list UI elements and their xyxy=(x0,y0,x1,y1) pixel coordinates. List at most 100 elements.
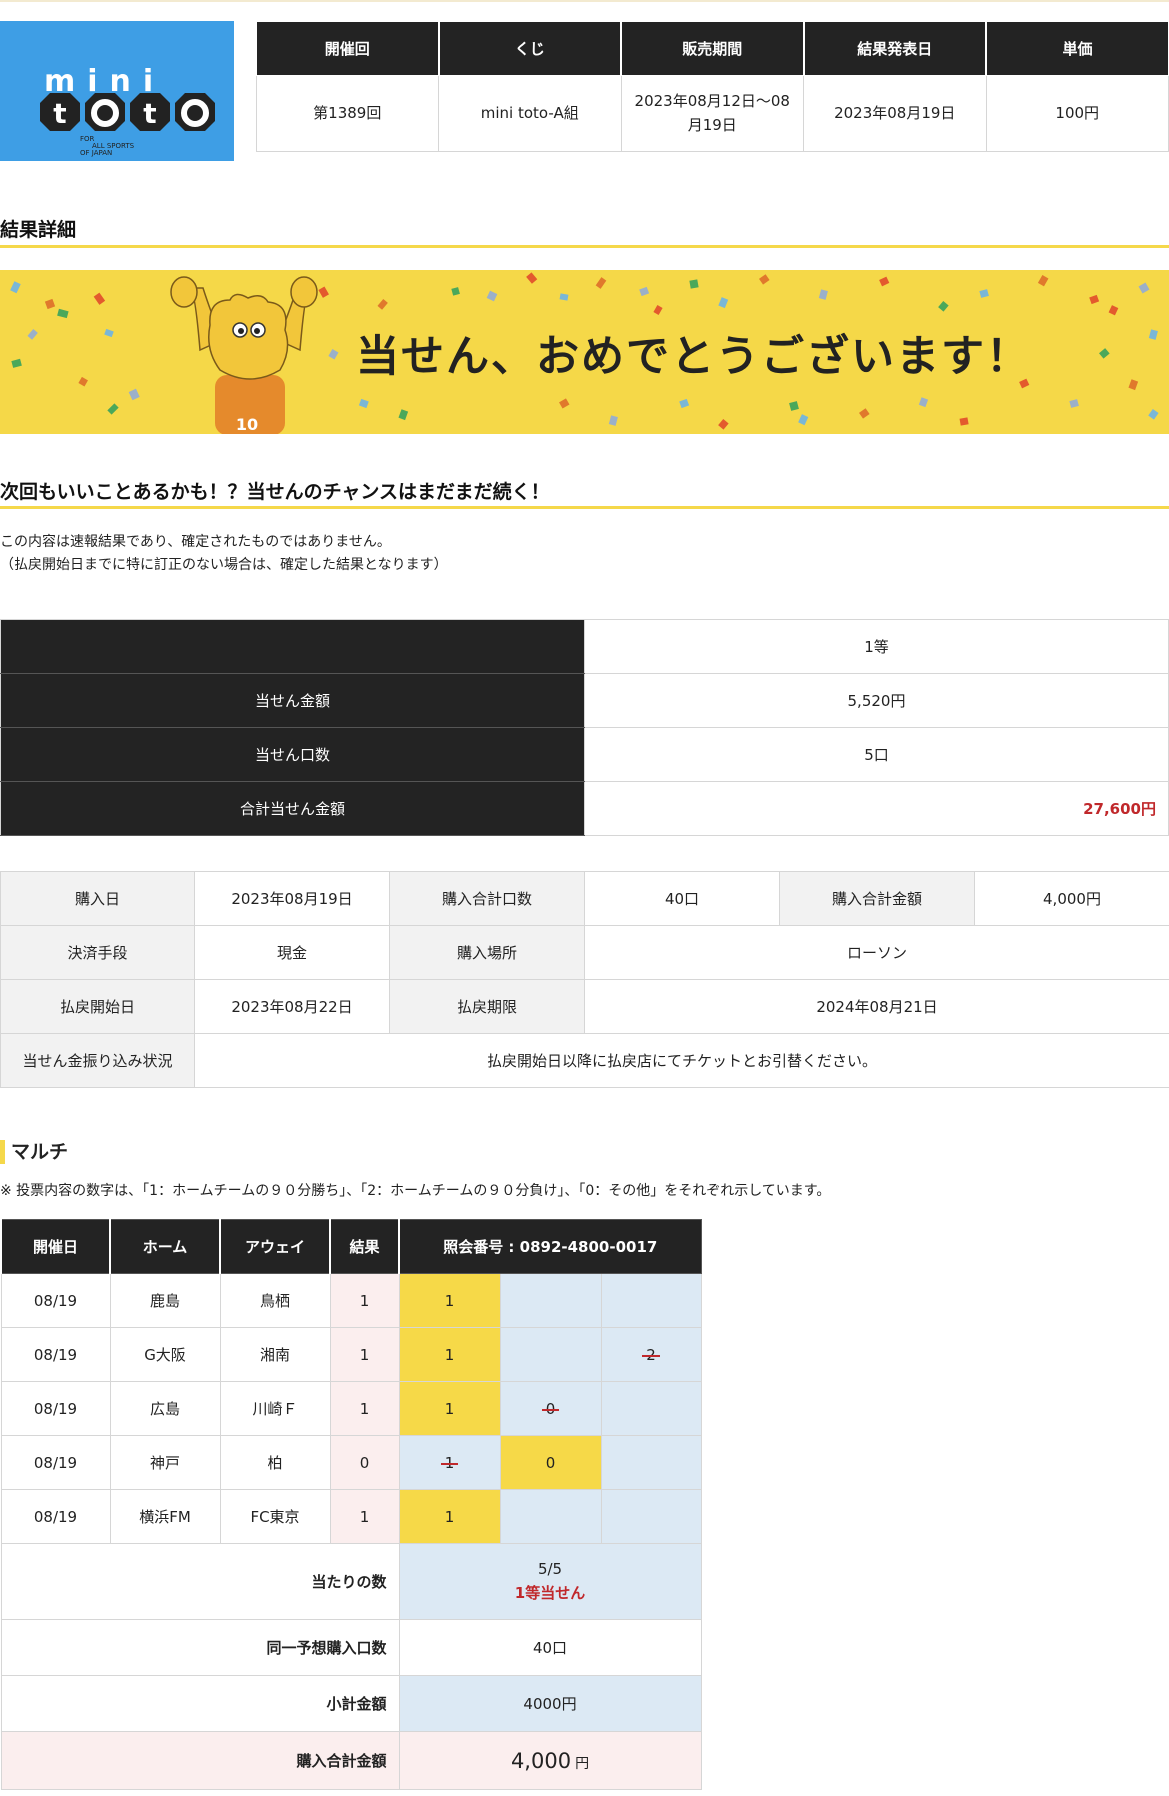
pick-cell-2 xyxy=(499,1327,602,1382)
pick-cell-3 xyxy=(600,1435,702,1490)
match-home: G大阪 xyxy=(109,1327,221,1382)
match-away: 鳥栖 xyxy=(219,1273,331,1328)
transfer-status-label: 当せん金振り込み状況 xyxy=(0,1033,195,1088)
refund-limit: 2024年08月21日 xyxy=(584,979,1169,1034)
info-header-round: 開催回 xyxy=(255,21,439,76)
info-header-unit-price: 単価 xyxy=(985,21,1169,76)
prize-table: 1等 当せん金額 5,520円 当せん口数 5口 合計当せん金額 27,600円 xyxy=(0,619,1169,836)
info-header-lottery: くじ xyxy=(437,21,622,76)
match-row: 08/19 横浜FM FC東京 1 1 xyxy=(0,1489,702,1544)
congrats-message: 当せん、おめでとうございます！ xyxy=(356,332,1031,382)
match-result: 0 xyxy=(329,1435,400,1490)
match-home: 広島 xyxy=(109,1381,221,1436)
match-home: 横浜FM xyxy=(109,1489,221,1544)
purchase-total-cell: 4,000 円 xyxy=(398,1731,702,1790)
match-result: 1 xyxy=(329,1381,400,1436)
vote-header-result: 結果 xyxy=(329,1219,400,1274)
chance-rule xyxy=(0,506,1169,509)
refund-start-label: 払戻開始日 xyxy=(0,979,195,1034)
match-result: 1 xyxy=(329,1327,400,1382)
mascot-number: 10 xyxy=(236,415,258,434)
purchase-amount-label: 購入合計金額 xyxy=(779,871,975,926)
pick-cell-3 xyxy=(600,1381,702,1436)
match-home: 神戸 xyxy=(109,1435,221,1490)
purchase-place: ローソン xyxy=(584,925,1169,980)
purchase-total-amount: 4,000 xyxy=(510,1748,572,1773)
notice-line-2: （払戻開始日までに特に訂正のない場合は、確定した結果となります） xyxy=(0,557,448,573)
info-round: 第1389回 xyxy=(255,75,439,152)
minitoto-logo-graphic: mini t t FOR ALL SPORTS OF JAPAN xyxy=(40,64,215,157)
mascot-graphic: 10 xyxy=(170,276,318,434)
payment-method-label: 決済手段 xyxy=(0,925,195,980)
logo-tagline-3: OF JAPAN xyxy=(80,149,112,157)
minitoto-logo: mini t t FOR ALL SPORTS OF JAPAN xyxy=(0,21,234,161)
vote-header-away: アウェイ xyxy=(219,1219,331,1274)
prize-header-blank xyxy=(0,619,585,674)
vote-header-date: 開催日 xyxy=(0,1219,111,1274)
pick-cell-1: 1 xyxy=(398,1273,501,1328)
info-unit-price: 100円 xyxy=(985,75,1169,152)
info-lottery: mini toto-A組 xyxy=(438,75,622,152)
notice-line-1: この内容は速報結果であり、確定されたものではありません。 xyxy=(0,534,391,550)
pick-missed: 0 xyxy=(541,1399,559,1418)
info-sale-period: 2023年08月12日〜08月19日 xyxy=(620,75,804,152)
pick-cell-2: 0 xyxy=(499,1381,602,1436)
pick-cell-1: 1 xyxy=(398,1327,501,1382)
prize-amount: 5,520円 xyxy=(584,673,1169,728)
pick-cell-2 xyxy=(499,1489,602,1544)
purchase-place-label: 購入場所 xyxy=(389,925,585,980)
match-date: 08/19 xyxy=(0,1489,111,1544)
hits-cell: 5/5 1等当せん xyxy=(398,1543,702,1620)
prize-grade: 1等 xyxy=(584,619,1169,674)
svg-text:t: t xyxy=(143,97,156,130)
match-date: 08/19 xyxy=(0,1435,111,1490)
pick-cell-1: 1 xyxy=(398,1435,501,1490)
same-prediction-label: 同一予想購入口数 xyxy=(0,1619,400,1676)
payment-method: 現金 xyxy=(194,925,390,980)
multi-title: マルチ xyxy=(0,1140,68,1164)
pick-cell-3 xyxy=(600,1489,702,1544)
info-header-sale-period: 販売期間 xyxy=(620,21,804,76)
match-row: 08/19 神戸 柏 0 1 0 xyxy=(0,1435,702,1490)
match-away: 湘南 xyxy=(219,1327,331,1382)
hits-count: 5/5 xyxy=(537,1560,563,1578)
chance-title: 次回もいいことあるかも！？当せんのチャンスはまだまだ続く！ xyxy=(0,481,550,503)
prize-units: 5口 xyxy=(584,727,1169,782)
match-date: 08/19 xyxy=(0,1273,111,1328)
vote-table: 開催日 ホーム アウェイ 結果 照会番号 : 0892-4800-0017 08… xyxy=(0,1219,702,1790)
info-header-result-date: 結果発表日 xyxy=(802,21,987,76)
prize-total: 27,600円 xyxy=(584,781,1169,836)
multi-note: ※ 投票内容の数字は、「1：ホームチームの９０分勝ち」、「2：ホームチームの９０… xyxy=(0,1183,831,1199)
subtotal-label: 小計金額 xyxy=(0,1675,400,1732)
purchase-total-unit: 円 xyxy=(575,1755,590,1772)
refund-start: 2023年08月22日 xyxy=(194,979,390,1034)
same-prediction-units: 40口 xyxy=(398,1619,702,1676)
pick-cell-2: 0 xyxy=(499,1435,602,1490)
pick-cell-1: 1 xyxy=(398,1381,501,1436)
subtotal-amount: 4000円 xyxy=(398,1675,702,1732)
purchase-units-label: 購入合計口数 xyxy=(389,871,585,926)
refund-limit-label: 払戻期限 xyxy=(389,979,585,1034)
pick-missed: 2 xyxy=(642,1345,660,1364)
pick-cell-2 xyxy=(499,1273,602,1328)
prize-units-label: 当せん口数 xyxy=(0,727,585,782)
match-away: 川崎Ｆ xyxy=(219,1381,331,1436)
prize-amount-label: 当せん金額 xyxy=(0,673,585,728)
transfer-status: 払戻開始日以降に払戻店にてチケットとお引替ください。 xyxy=(194,1033,1169,1088)
vote-header-reference: 照会番号 : 0892-4800-0017 xyxy=(397,1219,702,1274)
match-result: 1 xyxy=(329,1273,400,1328)
match-row: 08/19 鹿島 鳥栖 1 1 xyxy=(0,1273,702,1328)
match-date: 08/19 xyxy=(0,1381,111,1436)
lottery-info-table: 開催回 くじ 販売期間 結果発表日 単価 第1389回 mini toto-A組… xyxy=(255,21,1169,152)
result-details-rule xyxy=(0,245,1169,248)
congrats-banner: 10 当せん、おめでとうございます！ xyxy=(0,270,1169,434)
match-row: 08/19 G大阪 湘南 1 1 2 xyxy=(0,1327,702,1382)
pick-missed: 1 xyxy=(440,1453,458,1472)
hits-grade: 1等当せん xyxy=(514,1584,586,1602)
top-divider xyxy=(0,0,1169,2)
match-date: 08/19 xyxy=(0,1327,111,1382)
match-home: 鹿島 xyxy=(109,1273,221,1328)
purchase-total-label: 購入合計金額 xyxy=(0,1731,400,1790)
purchase-amount: 4,000円 xyxy=(974,871,1169,926)
result-details-title: 結果詳細 xyxy=(0,219,77,241)
